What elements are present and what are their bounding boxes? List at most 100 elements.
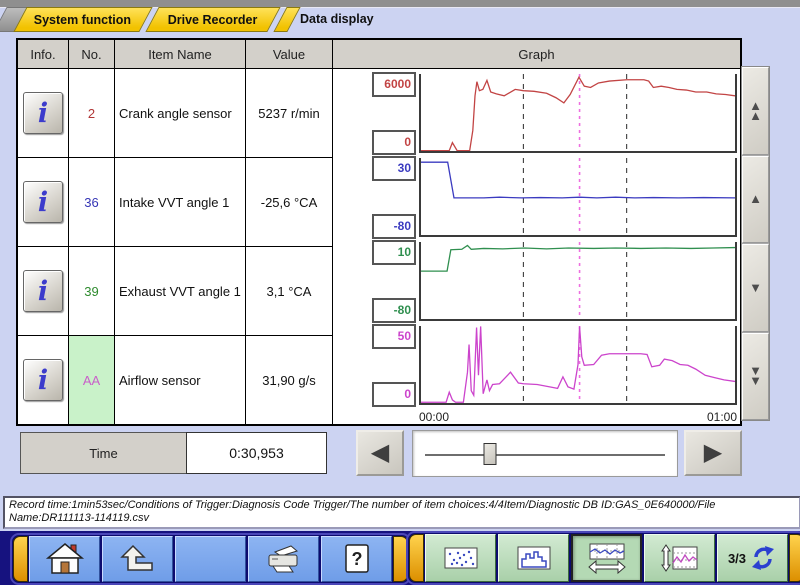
left-triangle-icon: ◀ <box>371 441 389 465</box>
y-max-label: 6000 <box>372 72 416 97</box>
info-cell: i <box>18 247 68 335</box>
info-icon: i <box>38 189 48 216</box>
page-indicator: 3/3 <box>728 551 746 566</box>
scroll-page-up-button[interactable]: ▲ ▲ <box>742 67 769 155</box>
up-arrow-icon: ▲ <box>749 194 762 204</box>
info-button-row-4[interactable]: i <box>23 359 63 401</box>
item-value: 3,1 °CA <box>246 247 332 335</box>
col-header-no: No. <box>69 40 114 68</box>
info-button-row-1[interactable]: i <box>23 92 63 134</box>
drive-recorder-window: System function Drive Recorder Data disp… <box>0 0 800 585</box>
toolbar-end-cap <box>13 536 28 582</box>
item-name: Exhaust VVT angle 1 <box>115 247 245 335</box>
row-number: AA <box>83 373 100 388</box>
info-cell: i <box>18 69 68 157</box>
up-arrow-icon <box>119 543 157 575</box>
info-cell: i <box>18 158 68 246</box>
col-header-graph: Graph <box>333 40 740 68</box>
x-end-label: 01:00 <box>707 410 737 424</box>
time-value: 0:30,953 <box>186 432 327 474</box>
y-axis-labels: 30 -80 <box>333 158 419 237</box>
step-forward-button[interactable]: ▶ <box>684 430 742 476</box>
graph-panel: 6000 0 30 -80 10 -80 <box>333 69 740 424</box>
y-min-label: 0 <box>372 130 416 155</box>
y-max-label: 50 <box>372 324 416 349</box>
empty-slot-button <box>175 536 246 582</box>
time-scale-button[interactable] <box>571 534 642 582</box>
row-number-cell: 36 <box>69 158 114 246</box>
row-number-cell: 2 <box>69 69 114 157</box>
step-back-button[interactable]: ◀ <box>356 430 404 476</box>
home-button[interactable] <box>29 536 100 582</box>
scroll-page-down-button[interactable]: ▼ ▼ <box>742 333 769 421</box>
value-scale-button[interactable] <box>644 534 715 582</box>
row-number-cell: AA <box>69 336 114 424</box>
data-table: Info. No. Item Name Value Graph 6000 0 3… <box>16 38 742 426</box>
info-button-row-3[interactable]: i <box>23 270 63 312</box>
slider-thumb[interactable] <box>483 443 496 465</box>
print-button[interactable] <box>248 536 319 582</box>
slider-track[interactable] <box>425 431 665 476</box>
status-bar: Record time:1min53sec/Conditions of Trig… <box>3 496 800 529</box>
graph-row-crank-angle-sensor: 6000 0 <box>333 74 740 153</box>
tab-system-function-label: System function <box>34 13 131 27</box>
tab-system-function[interactable]: System function <box>13 7 152 32</box>
x-start-label: 00:00 <box>419 410 449 424</box>
tab-drive-recorder[interactable]: Drive Recorder <box>145 7 280 32</box>
slider-line <box>425 454 665 456</box>
y-max-label: 10 <box>372 240 416 265</box>
home-icon <box>45 542 85 576</box>
chart-airflow-sensor <box>419 326 737 405</box>
help-icon: ? <box>342 543 372 575</box>
chart-crank-angle-sensor <box>419 74 737 153</box>
info-icon: i <box>38 278 48 305</box>
info-cell: i <box>18 336 68 424</box>
y-axis-labels: 50 0 <box>333 326 419 405</box>
time-slider[interactable] <box>412 430 678 477</box>
chart-exhaust-vvt-angle <box>419 242 737 321</box>
graph-row-exhaust-vvt: 10 -80 <box>333 242 740 321</box>
tab-drive-recorder-label: Drive Recorder <box>168 13 258 27</box>
tab-data-display[interactable]: Data display <box>300 12 374 26</box>
y-min-label: -80 <box>372 214 416 239</box>
time-scale-icon <box>587 542 627 574</box>
time-label: Time <box>20 432 187 474</box>
refresh-icon <box>749 545 777 571</box>
col-header-item: Item Name <box>115 40 245 68</box>
col-header-info: Info. <box>18 40 68 68</box>
item-name: Intake VVT angle 1 <box>115 158 245 246</box>
row-number: 2 <box>88 106 95 121</box>
info-button-row-2[interactable]: i <box>23 181 63 223</box>
y-max-label: 30 <box>372 156 416 181</box>
bar-chart-icon <box>516 545 552 571</box>
scatter-view-button[interactable] <box>425 534 496 582</box>
toolbar-end-cap <box>789 534 800 582</box>
scroll-up-button[interactable]: ▲ <box>742 156 769 244</box>
item-name: Crank angle sensor <box>115 69 245 157</box>
toolbar-end-cap <box>409 534 424 582</box>
navigation-toolbar: ? <box>10 533 411 585</box>
value-scale-icon <box>660 543 700 573</box>
help-button[interactable]: ? <box>321 536 392 582</box>
histogram-view-button[interactable] <box>498 534 569 582</box>
y-min-label: 0 <box>372 382 416 407</box>
printer-icon <box>263 542 305 576</box>
y-axis-labels: 6000 0 <box>333 74 419 153</box>
down-arrow-icon: ▼ <box>749 283 762 293</box>
graph-widget: 6000 0 30 -80 10 -80 <box>333 69 740 424</box>
y-axis-labels: 10 -80 <box>333 242 419 321</box>
item-value: 5237 r/min <box>246 69 332 157</box>
item-name: Airflow sensor <box>115 336 245 424</box>
row-number: 36 <box>84 195 98 210</box>
up-level-button[interactable] <box>102 536 173 582</box>
info-icon: i <box>38 367 48 394</box>
graph-row-intake-vvt: 30 -80 <box>333 158 740 237</box>
item-value: 31,90 g/s <box>246 336 332 424</box>
scroll-down-button[interactable]: ▼ <box>742 244 769 332</box>
page-cycle-button[interactable]: 3/3 <box>717 534 788 582</box>
row-number: 39 <box>84 284 98 299</box>
graph-scrollbar: ▲ ▲ ▲ ▼ ▼ ▼ <box>741 66 770 421</box>
right-triangle-icon: ▶ <box>704 441 722 465</box>
scatter-plot-icon <box>443 546 479 570</box>
graph-row-airflow: 50 0 <box>333 326 740 405</box>
